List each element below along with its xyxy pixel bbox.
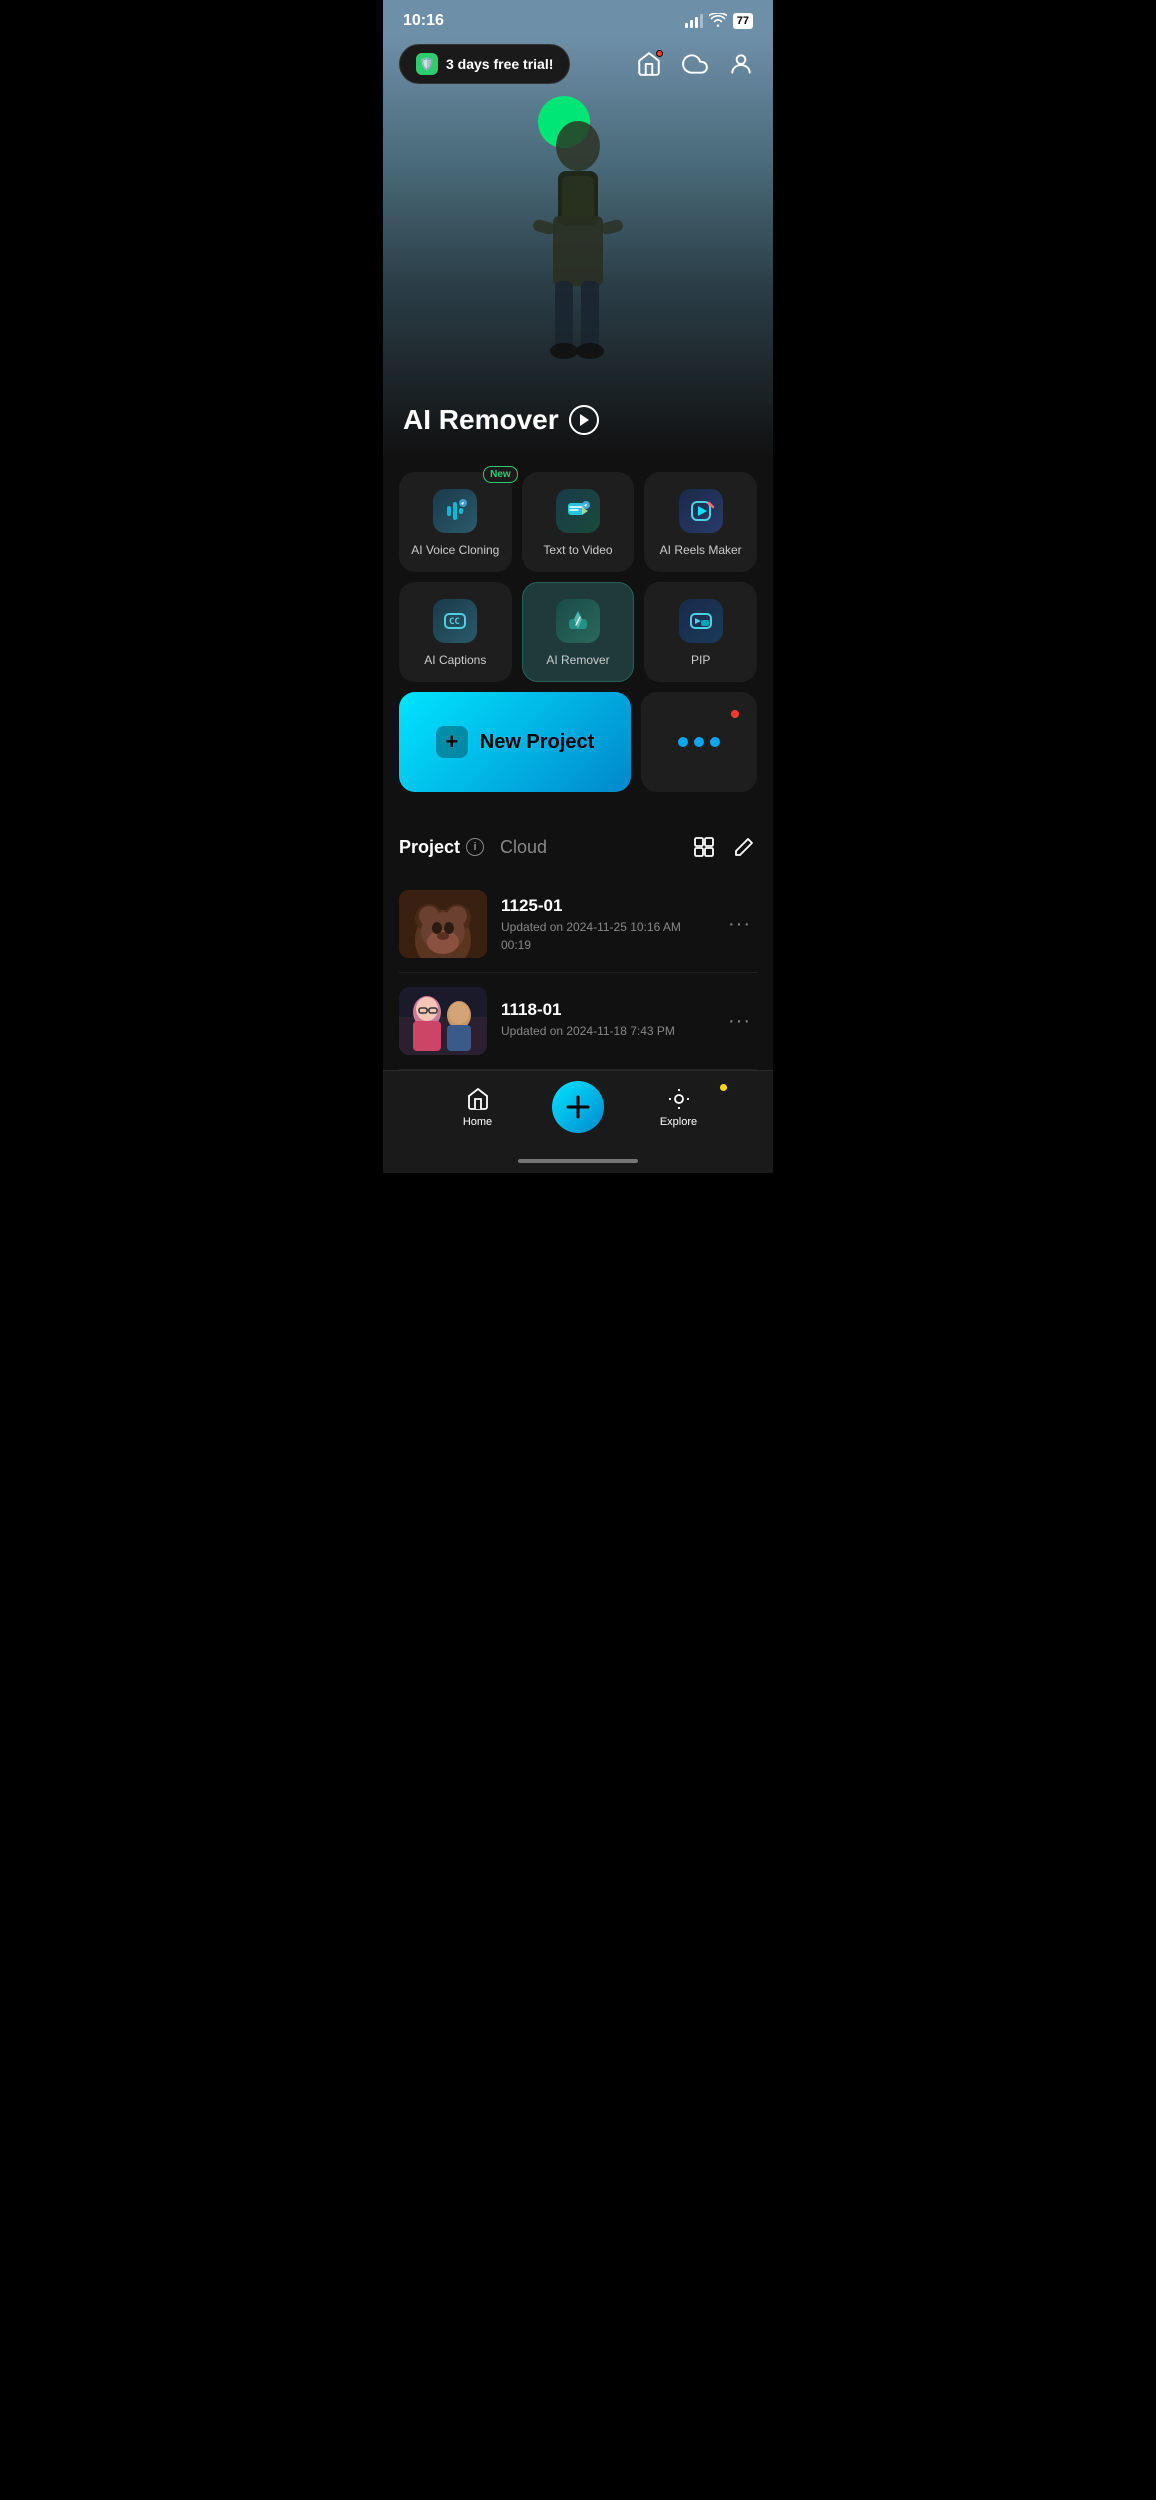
new-badge: New [483, 466, 518, 483]
project-more-1[interactable]: ··· [722, 913, 757, 936]
status-bar: 10:16 77 [383, 0, 773, 36]
project-item[interactable]: 1125-01 Updated on 2024-11-25 10:16 AM 0… [399, 876, 757, 973]
text-video-icon [556, 489, 600, 533]
home-icon [465, 1086, 491, 1112]
pip-label: PIP [691, 653, 710, 667]
svg-text:CC: CC [449, 617, 460, 627]
project-info-icon[interactable]: i [466, 838, 484, 856]
project-more-2[interactable]: ··· [722, 1010, 757, 1033]
more-dots [678, 737, 720, 747]
explore-label: Explore [660, 1116, 697, 1128]
project-date-1: Updated on 2024-11-25 10:16 AM [501, 920, 708, 934]
project-info-2: 1118-01 Updated on 2024-11-18 7:43 PM [501, 1000, 708, 1042]
new-project-button[interactable]: + New Project [399, 692, 631, 792]
reels-icon [679, 489, 723, 533]
tab-project-label: Project [399, 837, 460, 858]
pip-icon [679, 599, 723, 643]
top-icons [633, 48, 757, 80]
play-button[interactable] [569, 405, 599, 435]
hero-title[interactable]: AI Remover [403, 404, 599, 436]
project-thumb-1 [399, 890, 487, 958]
status-time: 10:16 [403, 12, 444, 30]
tool-voice-cloning[interactable]: New AI Voice Cloning [399, 472, 512, 572]
hero-title-text: AI Remover [403, 404, 559, 436]
text-video-label: Text to Video [543, 543, 612, 557]
remover-icon [556, 599, 600, 643]
nav-home[interactable]: Home [403, 1086, 552, 1128]
header-actions [691, 834, 757, 860]
notification-dot [656, 50, 663, 57]
tool-pip[interactable]: PIP [644, 582, 757, 682]
profile-icon[interactable] [725, 48, 757, 80]
dot-3 [710, 737, 720, 747]
new-project-label: New Project [480, 731, 594, 754]
battery-indicator: 77 [733, 13, 753, 29]
more-tools-card[interactable] [641, 692, 757, 792]
project-name-2: 1118-01 [501, 1000, 708, 1020]
tool-ai-remover[interactable]: AI Remover [522, 582, 635, 682]
tool-ai-reels[interactable]: AI Reels Maker [644, 472, 757, 572]
badge-icon: 🛡️ [416, 53, 438, 75]
plus-box-icon: + [436, 726, 468, 758]
edit-icon[interactable] [731, 834, 757, 860]
dot-2 [694, 737, 704, 747]
dot-1 [678, 737, 688, 747]
voice-cloning-icon [433, 489, 477, 533]
tool-ai-captions[interactable]: CC AI Captions [399, 582, 512, 682]
reels-label: AI Reels Maker [660, 543, 742, 557]
tab-cloud-label: Cloud [500, 837, 547, 858]
project-duration-1: 00:19 [501, 938, 708, 952]
project-name-1: 1125-01 [501, 896, 708, 916]
create-button[interactable] [552, 1081, 604, 1133]
home-bar [518, 1159, 638, 1163]
explore-icon [666, 1086, 692, 1112]
tab-cloud[interactable]: Cloud [500, 837, 547, 858]
education-icon[interactable] [633, 48, 665, 80]
more-notification-dot [731, 710, 739, 718]
battery-level: 77 [737, 15, 749, 27]
status-icons: 77 [685, 13, 753, 30]
tab-project[interactable]: Project i [399, 837, 484, 858]
nav-explore[interactable]: Explore [604, 1086, 753, 1128]
projects-header: Project i Cloud [399, 834, 757, 860]
grid-view-icon[interactable] [691, 834, 717, 860]
captions-icon: CC [433, 599, 477, 643]
tools-grid: New AI Voice Cloning [399, 472, 757, 682]
bottom-nav: Home Explore [383, 1070, 773, 1153]
bottom-tools-row: + New Project [399, 692, 757, 792]
projects-tabs: Project i Cloud [399, 837, 547, 858]
tools-section: New AI Voice Cloning [383, 456, 773, 818]
signal-icon [685, 14, 703, 28]
trial-text: 3 days free trial! [446, 56, 553, 72]
tool-text-to-video[interactable]: Text to Video [522, 472, 635, 572]
home-label: Home [463, 1116, 492, 1128]
hero-section: 🛡️ 3 days free trial! [383, 36, 773, 456]
cloud-icon[interactable] [679, 48, 711, 80]
wifi-icon [709, 13, 727, 30]
project-thumb-2 [399, 987, 487, 1055]
project-list: 1125-01 Updated on 2024-11-25 10:16 AM 0… [399, 876, 757, 1070]
home-indicator [383, 1153, 773, 1173]
free-trial-badge[interactable]: 🛡️ 3 days free trial! [399, 44, 570, 84]
project-item-2[interactable]: 1118-01 Updated on 2024-11-18 7:43 PM ··… [399, 973, 757, 1070]
voice-cloning-label: AI Voice Cloning [411, 543, 499, 557]
captions-label: AI Captions [424, 653, 486, 667]
project-info-1: 1125-01 Updated on 2024-11-25 10:16 AM 0… [501, 896, 708, 952]
projects-section: Project i Cloud [383, 818, 773, 1070]
top-bar: 🛡️ 3 days free trial! [383, 36, 773, 92]
hero-figure [498, 116, 658, 396]
project-date-2: Updated on 2024-11-18 7:43 PM [501, 1024, 708, 1038]
remover-label: AI Remover [546, 653, 609, 667]
explore-notification-dot [720, 1084, 727, 1091]
